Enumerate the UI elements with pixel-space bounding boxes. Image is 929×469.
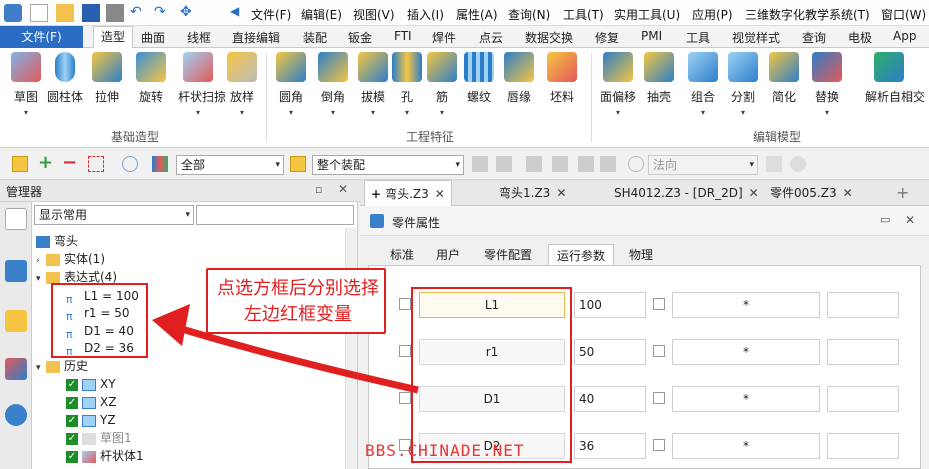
callout-text: 点选方框后分别选择左边红框变量 (217, 278, 379, 325)
annotation-callout: 点选方框后分别选择左边红框变量 (206, 268, 386, 334)
watermark: BBS.CHINADE.NET (365, 441, 525, 460)
annotation-arrow (152, 304, 419, 394)
